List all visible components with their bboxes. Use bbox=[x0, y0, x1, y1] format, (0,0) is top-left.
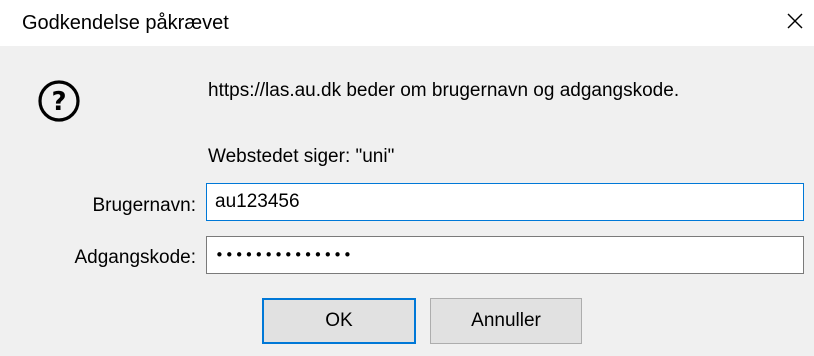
svg-text:?: ? bbox=[51, 87, 66, 117]
question-icon: ? bbox=[38, 80, 80, 122]
title-bar: Godkendelse påkrævet bbox=[0, 0, 814, 46]
realm-text: Webstedet siger: "uni" bbox=[208, 146, 395, 167]
auth-dialog: Godkendelse påkrævet ? https://las.au.dk… bbox=[0, 0, 814, 356]
password-field[interactable] bbox=[206, 236, 804, 274]
password-label: Adgangskode: bbox=[74, 247, 197, 268]
close-button[interactable] bbox=[776, 2, 814, 40]
username-label: Brugernavn: bbox=[92, 195, 196, 216]
auth-message: https://las.au.dk beder om brugernavn og… bbox=[208, 80, 680, 101]
cancel-button[interactable]: Annuller bbox=[430, 298, 582, 344]
ok-button[interactable]: OK bbox=[262, 298, 416, 344]
username-field[interactable] bbox=[206, 183, 804, 221]
close-icon bbox=[787, 13, 803, 29]
dialog-title: Godkendelse påkrævet bbox=[22, 12, 229, 34]
